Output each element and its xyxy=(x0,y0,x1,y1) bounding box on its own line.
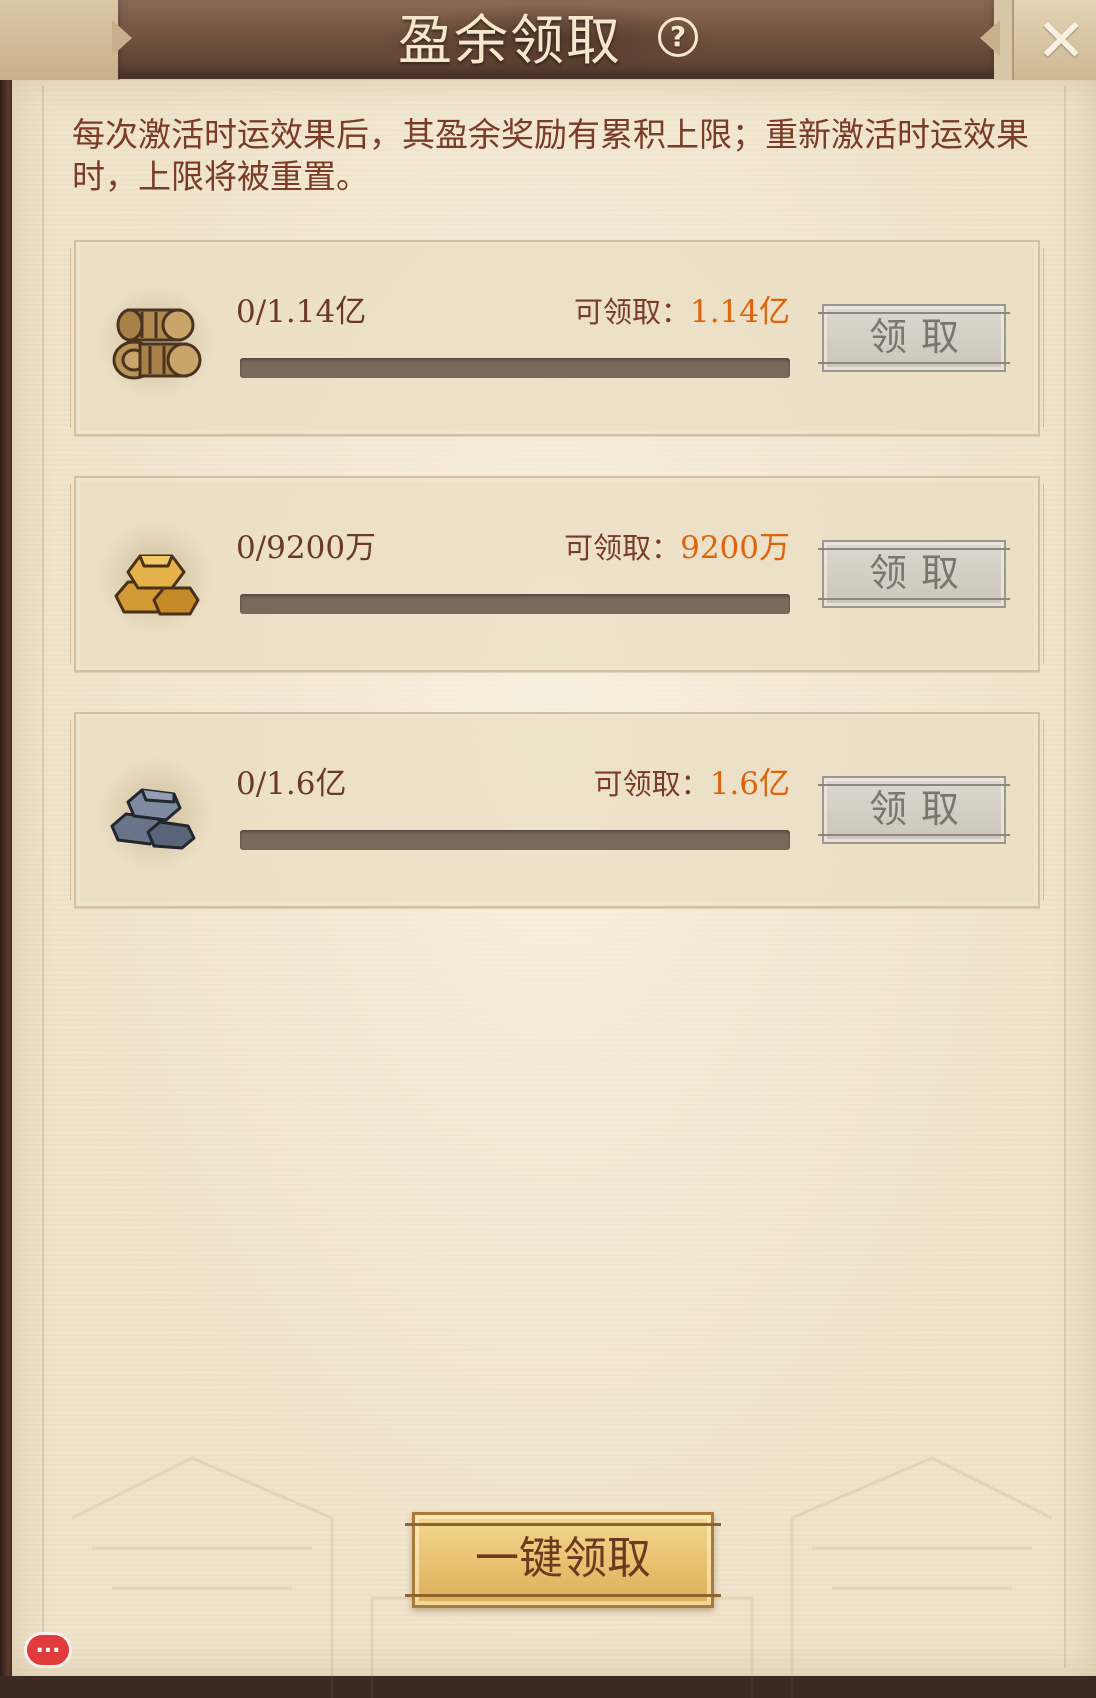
claimable-value: 1.6亿 xyxy=(709,766,790,802)
claimable-amount: 可领取：1.14亿 xyxy=(574,286,790,331)
claimable-value: 1.14亿 xyxy=(689,294,790,330)
progress-text: 0/1.14亿 xyxy=(236,294,367,330)
grain-bundle-icon xyxy=(98,284,214,400)
surplus-item-iron: 0/1.6亿 可领取：1.6亿 领取 xyxy=(70,712,1044,908)
gold-ingot-icon xyxy=(98,520,214,636)
claimable-label: 可领取： xyxy=(573,295,690,329)
help-icon[interactable]: ? xyxy=(658,17,698,57)
title-bar: 盈余领取 ? ✕ xyxy=(0,0,1096,80)
iron-ingot-icon xyxy=(98,756,214,872)
progress-text: 0/1.6亿 xyxy=(236,766,347,802)
claimable-label: 可领取： xyxy=(564,531,681,565)
progress-text: 0/9200万 xyxy=(236,530,377,566)
claim-button[interactable]: 领取 xyxy=(818,776,1010,844)
claimable-label: 可领取： xyxy=(593,767,710,801)
claim-all-button[interactable]: 一键领取 xyxy=(405,1512,721,1608)
description-text: 每次激活时运效果后，其盈余奖励有累积上限；重新激活时运效果时，上限将被重置。 xyxy=(72,115,1029,196)
claimable-amount: 可领取：9200万 xyxy=(564,522,790,567)
progress-bar xyxy=(240,594,790,614)
progress-bar xyxy=(240,830,790,850)
surplus-item-grain: 0/1.14亿 可领取：1.14亿 领取 xyxy=(70,240,1044,436)
close-button[interactable]: ✕ xyxy=(1012,0,1096,80)
claim-button[interactable]: 领取 xyxy=(818,304,1010,372)
claim-button[interactable]: 领取 xyxy=(818,540,1010,608)
surplus-item-gold: 0/9200万 可领取：9200万 领取 xyxy=(70,476,1044,672)
claimable-value: 9200万 xyxy=(680,530,790,566)
progress-bar xyxy=(240,358,790,378)
title-left-ornament xyxy=(0,0,120,80)
chat-bubble-icon[interactable]: ... xyxy=(24,1632,72,1668)
close-icon: ✕ xyxy=(1036,6,1087,76)
page-title: 盈余领取 xyxy=(398,9,622,72)
claimable-amount: 可领取：1.6亿 xyxy=(594,758,790,803)
